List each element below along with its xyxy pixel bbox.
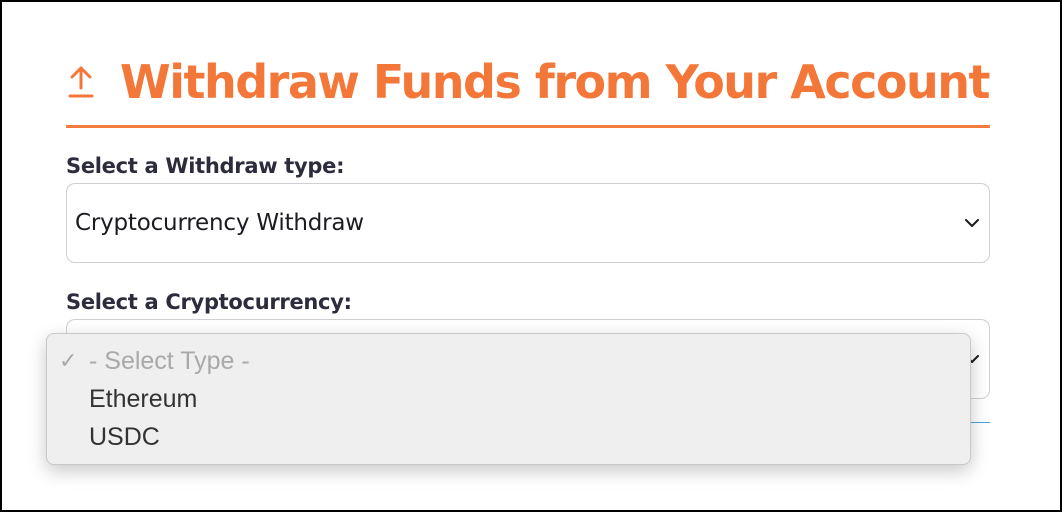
option-label: USDC	[89, 422, 160, 451]
option-label: Ethereum	[89, 384, 198, 413]
page-title: Withdraw Funds from Your Account	[120, 54, 990, 109]
withdraw-type-select[interactable]: Cryptocurrency Withdraw	[66, 183, 990, 263]
cryptocurrency-label: Select a Cryptocurrency:	[66, 290, 352, 314]
upload-icon	[66, 62, 96, 102]
page-header: Withdraw Funds from Your Account	[66, 38, 990, 128]
dropdown-option-usdc[interactable]: USDC	[47, 418, 970, 456]
cryptocurrency-dropdown-menu: ✓ - Select Type - Ethereum USDC	[46, 333, 971, 465]
dropdown-option-placeholder: ✓ - Select Type -	[47, 342, 970, 380]
checkmark-icon: ✓	[59, 348, 78, 373]
withdraw-type-label: Select a Withdraw type:	[66, 154, 345, 178]
option-label: - Select Type -	[89, 346, 250, 375]
chevron-down-icon	[963, 214, 981, 232]
withdraw-type-value: Cryptocurrency Withdraw	[75, 210, 364, 236]
page-frame: Withdraw Funds from Your Account Select …	[0, 0, 1062, 512]
dropdown-option-ethereum[interactable]: Ethereum	[47, 380, 970, 418]
